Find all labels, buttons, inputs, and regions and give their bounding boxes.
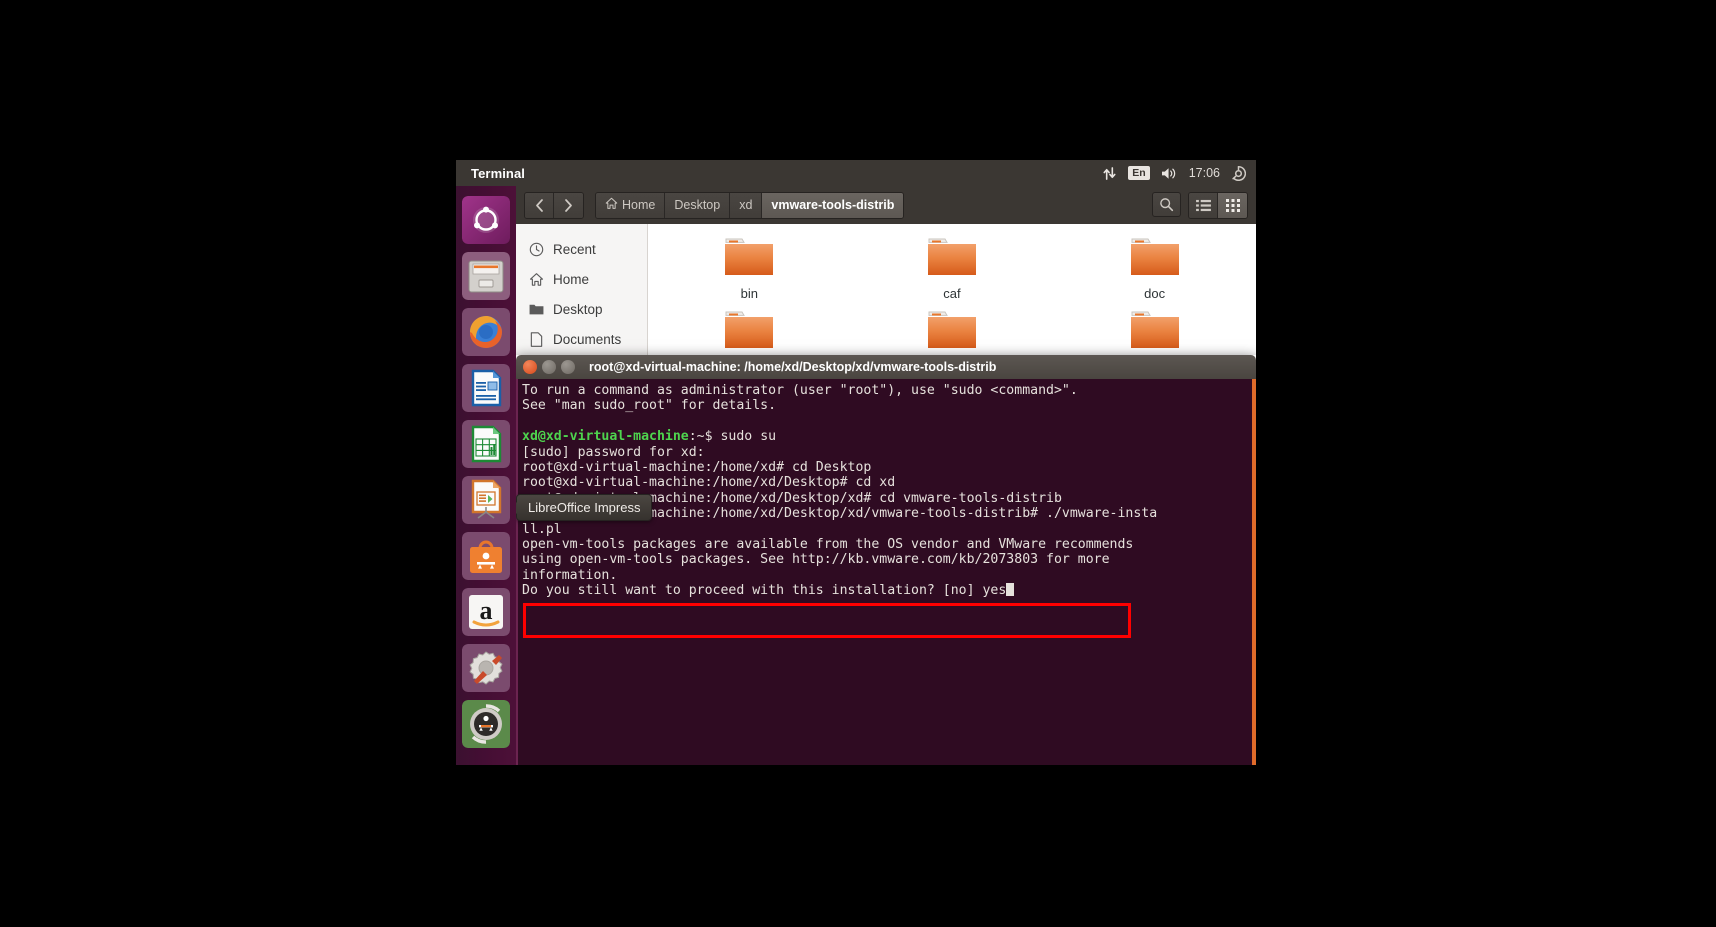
folder-icon (1129, 265, 1181, 282)
home-icon (605, 197, 618, 213)
folder-icon (926, 265, 978, 282)
file-manager-tools (1152, 192, 1248, 219)
launcher-item-libreoffice-calc[interactable] (462, 420, 510, 468)
terminal-titlebar[interactable]: root@xd-virtual-machine: /home/xd/Deskto… (516, 355, 1256, 379)
clock[interactable]: 17:06 (1189, 166, 1220, 180)
forward-button[interactable] (554, 193, 583, 218)
folder-icon (723, 338, 775, 355)
network-updown-icon[interactable] (1102, 166, 1117, 181)
file-item-label: doc (1053, 286, 1256, 301)
maximize-icon[interactable] (561, 360, 575, 374)
launcher-item-libreoffice-impress[interactable] (462, 476, 510, 524)
sidebar-item-home[interactable]: Home (516, 264, 647, 294)
close-icon[interactable] (523, 360, 537, 374)
document-icon (528, 332, 544, 347)
terminal-window: root@xd-virtual-machine: /home/xd/Deskto… (516, 355, 1256, 765)
search-icon[interactable] (1152, 192, 1181, 217)
launcher-tooltip-label: LibreOffice Impress (528, 500, 640, 515)
grid-view-icon[interactable] (1218, 193, 1247, 218)
system-tray: En 17:06 (1102, 166, 1256, 181)
launcher-item-amazon[interactable]: a (462, 588, 510, 636)
breadcrumb: Home Desktop xd vmware-tools-distrib (595, 192, 904, 219)
sidebar-item-home-label: Home (553, 272, 589, 287)
launcher-item-libreoffice-writer[interactable] (462, 364, 510, 412)
terminal-output-area[interactable]: To run a command as administrator (user … (516, 379, 1256, 765)
folder-icon (926, 338, 978, 355)
terminal-text: To run a command as administrator (user … (522, 383, 1256, 599)
sidebar-item-desktop[interactable]: Desktop (516, 294, 647, 324)
panel-app-title[interactable]: Terminal (471, 166, 525, 181)
file-item-label: caf (851, 286, 1054, 301)
file-item[interactable]: caf (851, 236, 1054, 301)
launcher-tooltip: LibreOffice Impress (516, 494, 652, 521)
sidebar-item-recent[interactable]: Recent (516, 234, 647, 264)
file-item[interactable]: doc (1053, 236, 1256, 301)
navigation-buttons (524, 192, 584, 219)
sidebar-item-documents-label: Documents (553, 332, 621, 347)
launcher-item-files[interactable] (462, 252, 510, 300)
sidebar-item-desktop-label: Desktop (553, 302, 603, 317)
file-item[interactable] (851, 309, 1054, 359)
folder-icon (1129, 338, 1181, 355)
file-manager-toolbar: Home Desktop xd vmware-tools-distrib (516, 186, 1256, 224)
breadcrumb-vmware-tools-distrib[interactable]: vmware-tools-distrib (762, 193, 903, 218)
folder-icon (723, 265, 775, 282)
volume-icon[interactable] (1161, 166, 1178, 181)
home-icon (528, 272, 544, 287)
svg-text:a: a (480, 596, 493, 625)
launcher-item-system-settings[interactable] (462, 644, 510, 692)
launcher-item-ubuntu-software-center[interactable] (462, 532, 510, 580)
file-item[interactable]: bin (648, 236, 851, 301)
minimize-icon[interactable] (542, 360, 556, 374)
unity-launcher: a (456, 186, 516, 765)
launcher-item-software-updater[interactable] (462, 700, 510, 748)
gear-icon[interactable] (1231, 166, 1246, 181)
clock-icon (528, 242, 544, 257)
launcher-item-firefox[interactable] (462, 308, 510, 356)
view-mode-group (1188, 192, 1248, 219)
launcher-item-ubuntu-dash[interactable] (462, 196, 510, 244)
file-item[interactable] (648, 309, 851, 359)
breadcrumb-xd[interactable]: xd (730, 193, 762, 218)
terminal-scrollbar[interactable] (1252, 379, 1256, 765)
folder-icon (528, 302, 544, 316)
breadcrumb-home[interactable]: Home (596, 193, 665, 218)
file-item-label: bin (648, 286, 851, 301)
terminal-title-label: root@xd-virtual-machine: /home/xd/Deskto… (589, 360, 996, 374)
breadcrumb-desktop[interactable]: Desktop (665, 193, 730, 218)
keyboard-layout-indicator[interactable]: En (1128, 166, 1149, 180)
list-view-icon[interactable] (1189, 193, 1218, 218)
file-item[interactable] (1053, 309, 1256, 359)
sidebar-item-documents[interactable]: Documents (516, 324, 647, 354)
breadcrumb-home-label: Home (622, 198, 655, 212)
back-button[interactable] (525, 193, 554, 218)
sidebar-item-recent-label: Recent (553, 242, 596, 257)
unity-top-panel: Terminal En 17:06 (456, 160, 1256, 186)
